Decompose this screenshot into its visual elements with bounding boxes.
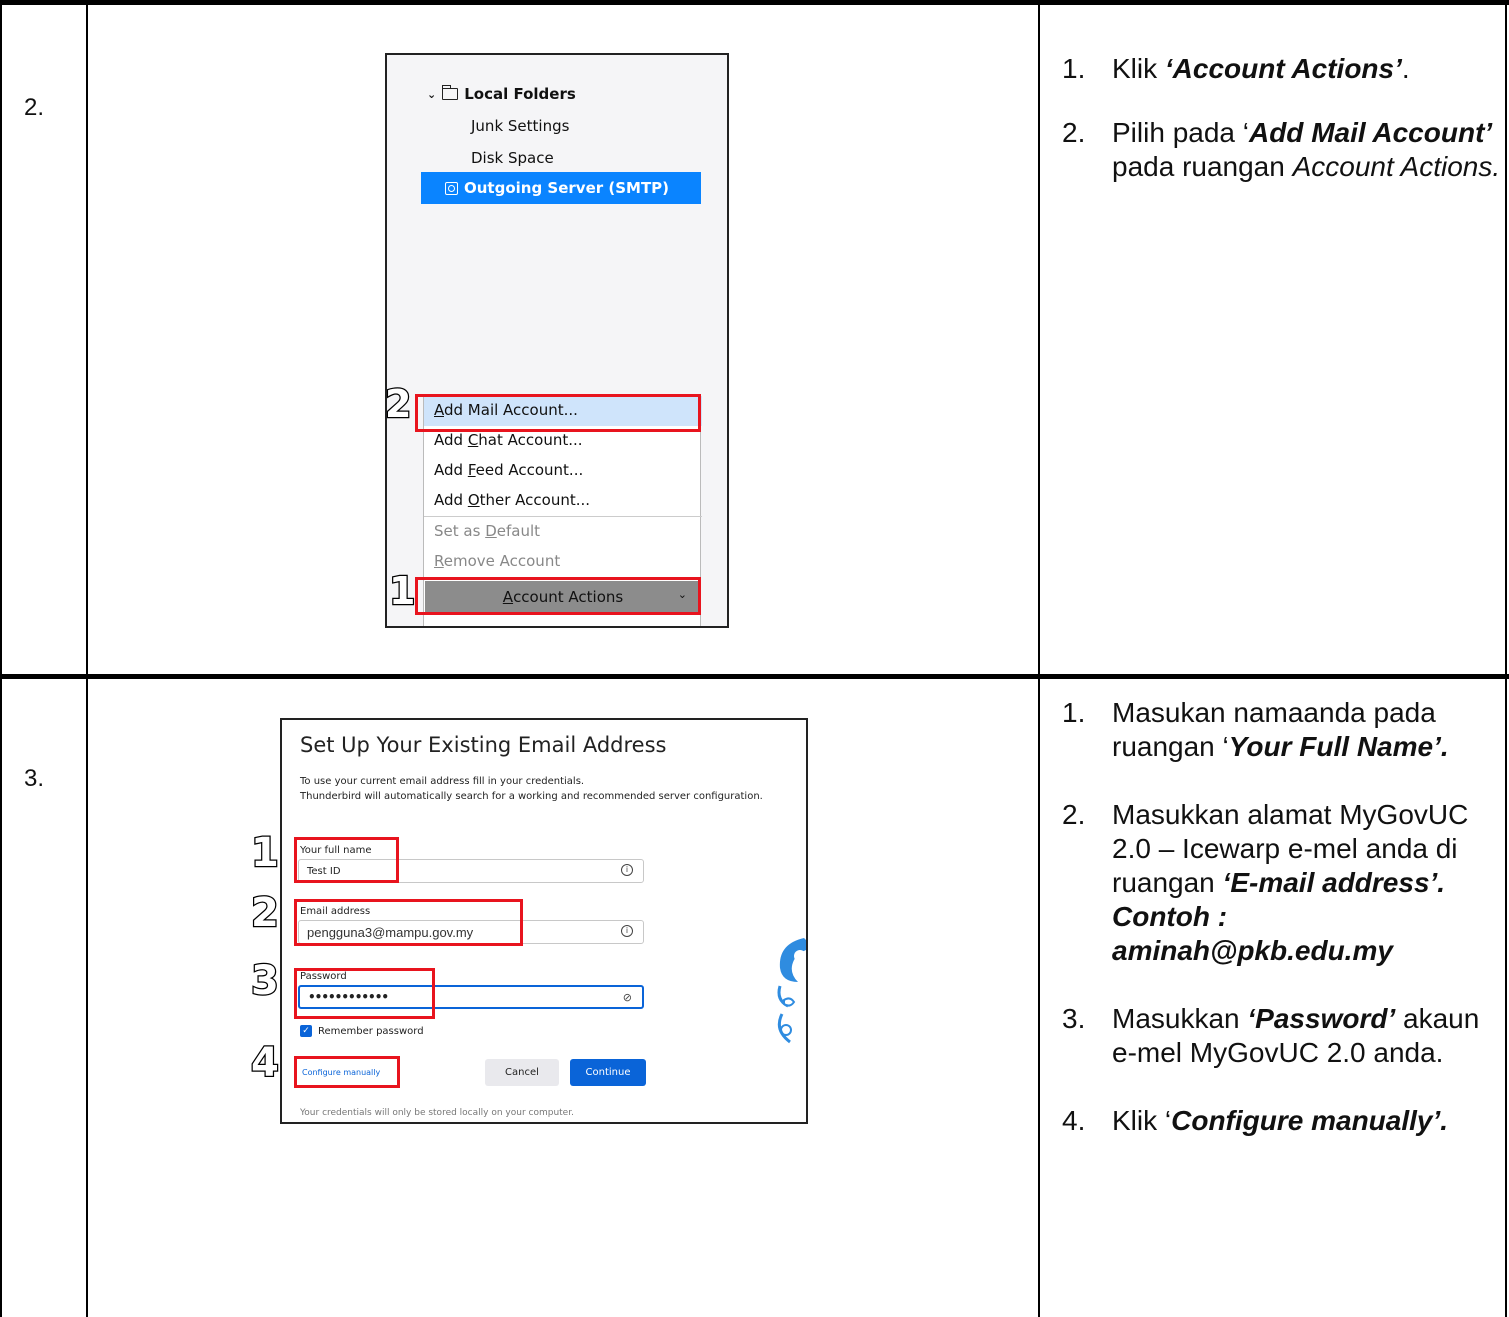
step-text: pada ruangan [1112,151,1293,182]
menu-text: Add [434,431,468,449]
step-text: Klik [1112,53,1165,84]
table-row: 2. ⌄ Local Folders Junk Settings Disk Sp… [0,0,1509,674]
mascot-illustration [777,938,806,1044]
menu-accesskey: F [467,461,476,479]
menu-text: Set as [434,522,486,540]
folder-icon [441,85,459,100]
callout-badge-2: 2 [250,889,280,938]
step-italic: Account Actions. [1292,151,1501,182]
highlight-box-full-name [294,837,399,883]
continue-button[interactable]: Continue [570,1059,646,1086]
menu-accesskey: D [485,522,497,540]
callout-badge-3: 3 [250,957,280,1006]
callout-badge-4: 4 [250,1039,280,1088]
highlight-box-configure-manually [294,1056,400,1088]
tree-item-disk-space[interactable]: Disk Space [471,149,554,167]
dialog-footer: Your credentials will only be stored loc… [300,1108,574,1118]
step-emphasis: ‘Password’ [1247,1003,1396,1034]
info-icon[interactable]: i [621,925,633,937]
instruction-list: 1. Klik ‘Account Actions’. 2. Pilih pada… [1062,52,1507,184]
menu-accesskey: O [467,491,480,509]
eye-slash-icon[interactable]: ⊘ [623,991,632,1004]
setup-dialog-screenshot: Set Up Your Existing Email Address To us… [280,718,808,1124]
instruction-table: 2. ⌄ Local Folders Junk Settings Disk Sp… [0,0,1509,1317]
chevron-down-icon: ⌄ [427,87,437,101]
tree-item-label: Outgoing Server (SMTP) [464,179,670,197]
instruction-step: 2. Masukkan alamat MyGovUC 2.0 – Icewarp… [1062,798,1507,968]
tree-item-outgoing-server[interactable]: Outgoing Server (SMTP) [421,172,701,204]
callout-badge-1: 1 [388,568,417,615]
menu-text: efault [496,522,541,540]
instruction-step: 1. Klik ‘Account Actions’. [1062,52,1507,86]
menu-text: eed Account... [475,461,584,479]
checkmark-icon: ✓ [300,1025,312,1037]
step-emphasis: Add Mail Account’ [1248,117,1493,148]
info-icon[interactable]: i [621,864,633,876]
instruction-step: 3. Masukkan ‘Password’ akaun e-mel MyGov… [1062,1002,1507,1070]
instruction-step: 4. Klik ‘Configure manually’. [1062,1104,1507,1138]
menu-item-set-as-default: Set as Default [434,522,540,540]
menu-item-add-feed-account[interactable]: Add Feed Account... [434,461,583,479]
callout-badge-2: 2 [385,381,413,428]
step-text: . [1401,53,1410,84]
dialog-title: Set Up Your Existing Email Address [300,733,667,757]
tree-root-label: Local Folders [464,85,576,103]
step-index: 1. [1062,697,1086,728]
step-text: Masukkan [1112,1003,1248,1034]
checkbox-label: Remember password [318,1025,424,1037]
step-number: 3. [24,765,45,792]
tree-item-junk-settings[interactable]: Junk Settings [471,117,569,135]
step-number: 2. [24,94,45,121]
menu-accesskey: C [467,431,479,449]
instruction-step: 2. Pilih pada ‘Add Mail Account’ pada ru… [1062,116,1507,184]
highlight-box-email [294,899,523,946]
server-icon [445,181,458,195]
menu-text: ther Account... [479,491,591,509]
menu-text: hat Account... [478,431,583,449]
menu-text: Add [434,461,468,479]
remember-password-checkbox[interactable]: ✓ Remember password [300,1025,424,1037]
callout-badge-1: 1 [250,829,280,878]
menu-separator [424,516,702,517]
step-emphasis: Your Full Name’. [1228,731,1449,762]
menu-item-remove-account: Remove Account [434,552,560,570]
step-index: 4. [1062,1105,1086,1136]
menu-item-add-other-account[interactable]: Add Other Account... [434,491,590,509]
cancel-button[interactable]: Cancel [485,1059,559,1086]
highlight-box-account-actions [415,577,701,615]
account-panel-screenshot: ⌄ Local Folders Junk Settings Disk Space… [385,53,729,628]
step-text: Pilih pada ‘ [1112,117,1249,148]
highlight-box-add-mail [415,394,701,432]
tree-root-local-folders[interactable]: ⌄ Local Folders [427,85,576,103]
dialog-subtitle: Thunderbird will automatically search fo… [300,791,763,802]
step-text: Klik ‘ [1112,1105,1172,1136]
menu-text: emove Account [443,552,561,570]
instruction-step: 1. Masukan namaanda pada ruangan ‘Your F… [1062,696,1507,764]
step-emphasis: Configure manually’. [1171,1105,1449,1136]
step-index: 1. [1062,53,1086,84]
menu-accesskey: R [434,552,444,570]
highlight-box-password [294,968,435,1019]
step-index: 2. [1062,799,1086,830]
step-index: 2. [1062,117,1086,148]
step-index: 3. [1062,1003,1086,1034]
step-emphasis: ‘Account Actions’ [1164,53,1402,84]
dialog-subtitle: To use your current email address fill i… [300,776,585,787]
menu-item-add-chat-account[interactable]: Add Chat Account... [434,431,583,449]
menu-text: Add [434,491,468,509]
instruction-list: 1. Masukan namaanda pada ruangan ‘Your F… [1062,696,1507,1138]
